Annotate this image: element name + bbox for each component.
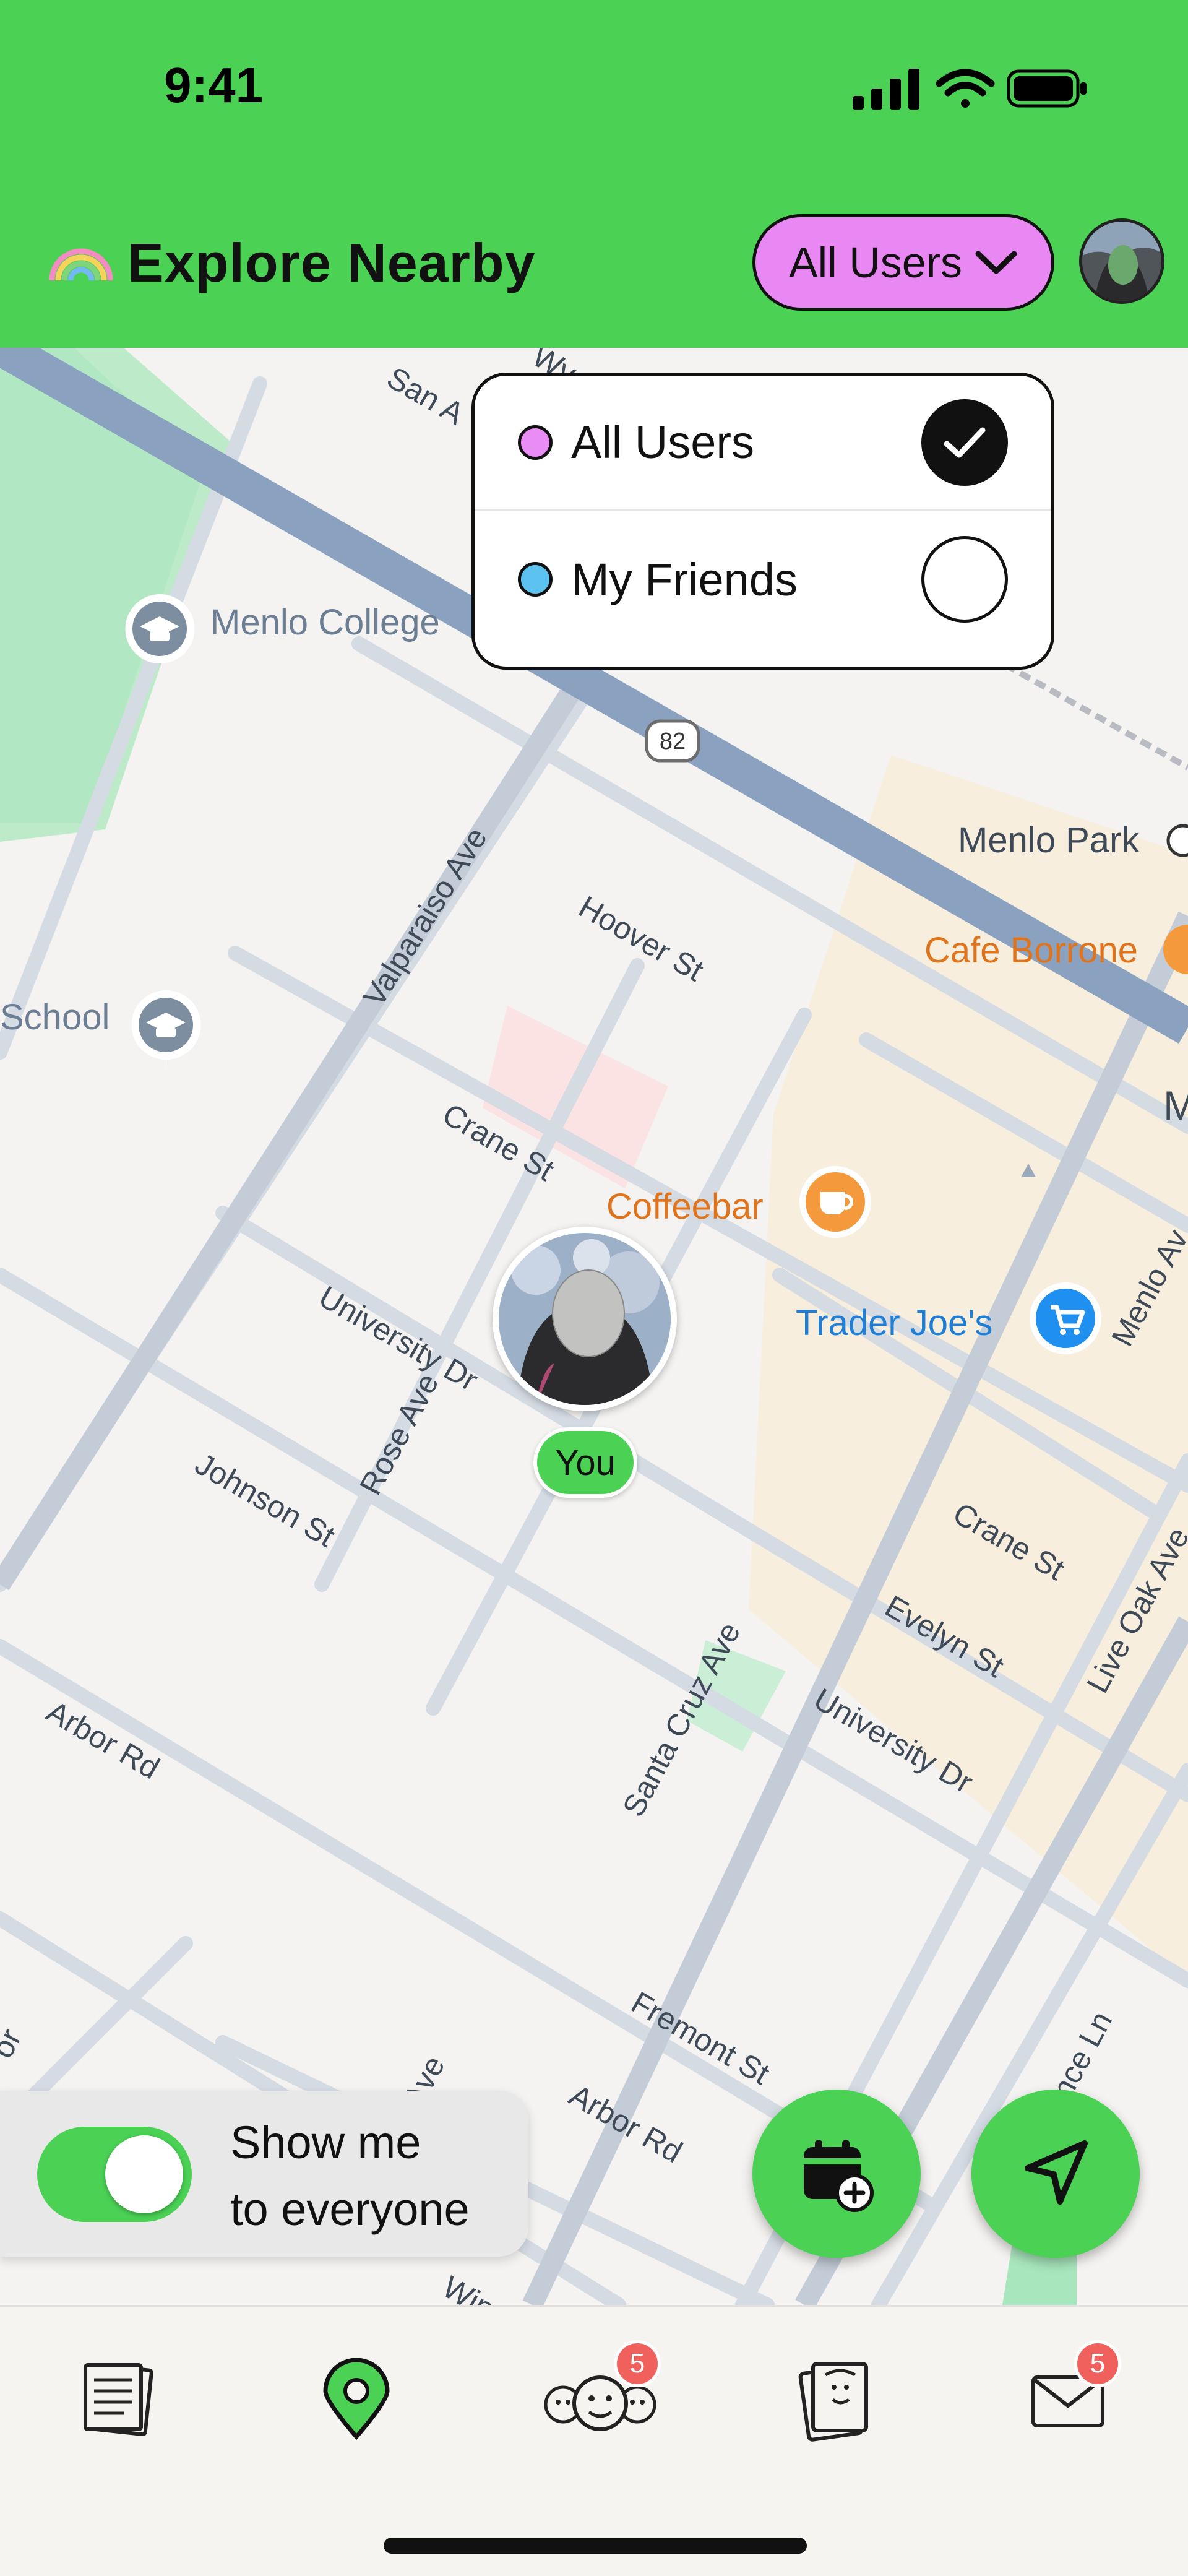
tab-inbox[interactable]: 5 xyxy=(1012,2340,1124,2455)
tab-friends[interactable]: 5 xyxy=(538,2340,662,2455)
calendar-add-icon xyxy=(804,2140,874,2212)
status-time: 9:41 xyxy=(164,58,264,113)
option-label: My Friends xyxy=(571,553,798,605)
filter-menu: All Users My Friends xyxy=(471,373,1054,670)
filter-option-all-users[interactable]: All Users xyxy=(475,376,1051,511)
visibility-label: Show me to everyone xyxy=(230,2109,470,2243)
toggle-knob xyxy=(105,2135,183,2213)
option-color-dot xyxy=(518,425,553,460)
page-title: Explore Nearby xyxy=(127,232,536,293)
inbox-badge: 5 xyxy=(1074,2340,1121,2387)
visibility-card: Show me to everyone xyxy=(0,2091,528,2257)
visibility-toggle[interactable] xyxy=(37,2127,192,2222)
visibility-label-line2: to everyone xyxy=(230,2184,470,2235)
newspaper-icon xyxy=(84,2362,153,2437)
user-photo xyxy=(499,1233,671,1405)
recenter-location-button[interactable] xyxy=(971,2090,1140,2258)
home-indicator[interactable] xyxy=(384,2538,807,2554)
profile-card-icon xyxy=(798,2362,868,2442)
signal-icon xyxy=(853,69,919,110)
svg-text:82: 82 xyxy=(660,728,686,754)
wifi-icon xyxy=(936,69,995,108)
status-icons xyxy=(853,69,1087,110)
bottom-tab-bar: 5 5 xyxy=(0,2305,1188,2576)
filter-label: All Users xyxy=(788,238,963,287)
user-location-label: You xyxy=(533,1427,637,1498)
highway-shield: 82 xyxy=(645,719,700,763)
rainbow-icon xyxy=(49,248,113,281)
poi-school[interactable]: School xyxy=(0,996,110,1038)
poi-menlo-park[interactable]: Menlo Park xyxy=(958,819,1139,861)
page-title-group: Explore Nearby xyxy=(47,232,536,294)
friends-badge: 5 xyxy=(614,2340,661,2387)
selected-check-icon[interactable] xyxy=(921,399,1008,486)
app-header: 9:41 Explore Nearby All Users xyxy=(0,0,1188,348)
filter-option-my-friends[interactable]: My Friends xyxy=(475,512,1051,647)
user-filter-dropdown[interactable]: All Users xyxy=(752,214,1054,311)
shopping-cart-pin-icon xyxy=(1030,1282,1101,1354)
profile-avatar[interactable] xyxy=(1079,218,1164,304)
chevron-down-icon xyxy=(975,251,1017,274)
tab-feed[interactable] xyxy=(62,2344,173,2455)
coffee-pin-icon xyxy=(799,1166,871,1238)
poi-menlo-college[interactable]: Menlo College xyxy=(210,602,440,643)
poi-coffeebar[interactable]: Coffeebar xyxy=(606,1186,764,1227)
map-pin-icon xyxy=(323,2358,390,2440)
option-color-dot xyxy=(518,562,553,597)
add-event-button[interactable] xyxy=(752,2090,921,2258)
user-location-avatar[interactable] xyxy=(493,1227,677,1411)
navigation-arrow-icon xyxy=(1025,2140,1088,2205)
school-pin-icon xyxy=(131,990,201,1070)
unselected-radio-icon[interactable] xyxy=(921,536,1008,623)
visibility-label-line1: Show me xyxy=(230,2117,421,2168)
tab-profiles[interactable] xyxy=(777,2344,889,2455)
option-label: All Users xyxy=(571,417,755,468)
battery-icon xyxy=(1007,69,1087,108)
tab-map[interactable] xyxy=(301,2344,412,2455)
avatar-image xyxy=(1082,222,1161,301)
poi-trader-joes[interactable]: Trader Joe's xyxy=(796,1302,992,1344)
poi-partial-label: M xyxy=(1163,1083,1188,1128)
poi-cafe-borrone[interactable]: Cafe Borrone xyxy=(924,930,1138,971)
